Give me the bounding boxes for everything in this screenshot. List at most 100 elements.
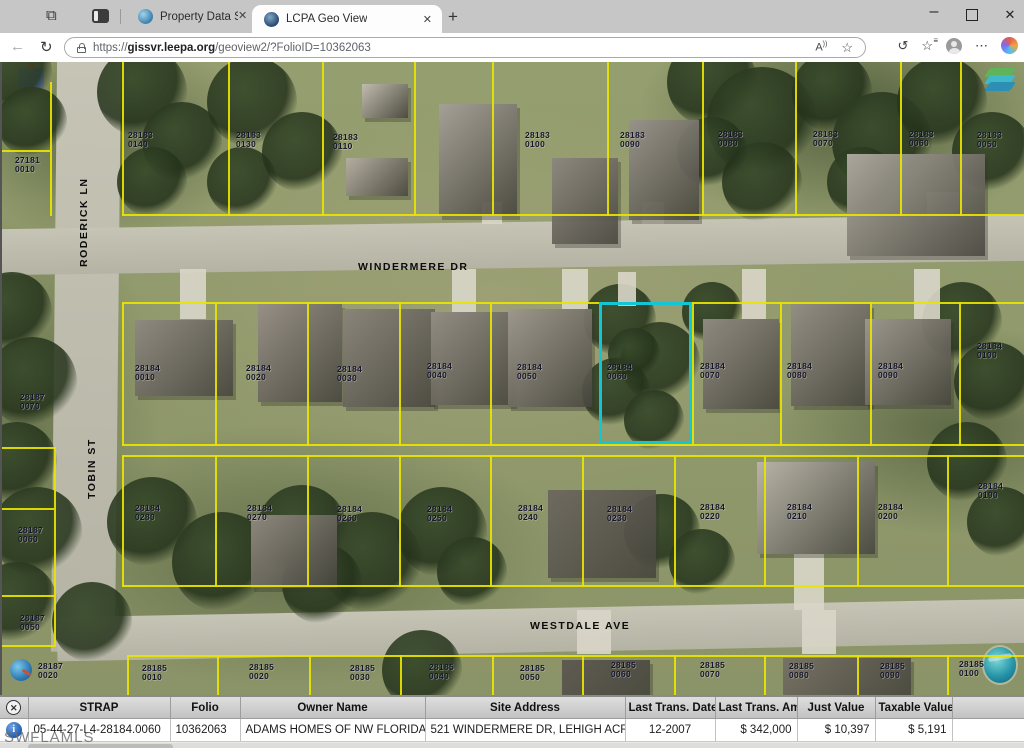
cell-just-value: $ 10,397 — [797, 719, 875, 742]
parcel-line — [217, 655, 219, 695]
tab-actions-icon[interactable] — [92, 9, 109, 23]
parcel-label: 28187 0060 — [18, 526, 43, 544]
house-roof — [548, 490, 656, 578]
parcel-line — [228, 62, 230, 216]
parcel-label: 28185 0050 — [520, 664, 545, 682]
horizontal-scrollbar[interactable] — [0, 743, 1024, 748]
parcel-label: 28185 0010 — [142, 664, 167, 682]
house-roof — [135, 320, 233, 396]
parcel-label: 28184 0050 — [517, 363, 542, 381]
favorite-star-icon[interactable]: ☆ — [841, 40, 853, 56]
parcel-label: 28183 0070 — [813, 130, 838, 148]
parcel-line — [127, 655, 129, 695]
parcel-label: 28184 0070 — [700, 362, 725, 380]
house-roof — [251, 515, 337, 588]
tab1-close-icon[interactable]: ✕ — [232, 9, 253, 22]
parcel-label: 28184 0060 — [607, 363, 632, 381]
parcel-label: 28184 0280 — [135, 504, 160, 522]
parcel-line — [870, 302, 872, 446]
driveway — [742, 269, 766, 319]
layers-icon[interactable] — [987, 68, 1017, 94]
parcel-label: 28185 0070 — [700, 661, 725, 679]
parcel-label: 28185 0040 — [429, 663, 454, 681]
window-close-button[interactable]: ✕ — [996, 7, 1024, 23]
parcel-line — [122, 455, 124, 587]
parcel-line — [702, 62, 704, 216]
map-viewport[interactable]: 27181 001028183 014028183 013028183 0110… — [0, 62, 1024, 695]
workspaces-icon[interactable]: ⧉ — [46, 8, 64, 24]
parcel-label: 28185 0020 — [249, 663, 274, 681]
minimize-button[interactable]: – — [920, 3, 948, 21]
parcel-label: 28184 0080 — [787, 362, 812, 380]
house-roof — [362, 84, 408, 118]
cell-last-trans-amt: $ 342,000 — [715, 719, 797, 742]
col-empty — [952, 697, 1024, 719]
driveway — [914, 269, 940, 319]
tab1-title: Property Data Search | Lee Count — [160, 11, 238, 23]
parcel-line — [54, 447, 56, 647]
tab-separator — [120, 9, 121, 24]
new-tab-button[interactable]: + — [448, 7, 458, 27]
lock-icon[interactable] — [77, 43, 86, 53]
maximize-button[interactable] — [958, 9, 986, 21]
house-roof — [258, 304, 342, 402]
parcel-label: 28183 0050 — [977, 131, 1002, 149]
parcel-line — [900, 62, 902, 216]
watermark: SWFLAMLS — [4, 729, 95, 746]
results-panel: ✕ STRAP Folio Owner Name Site Address La… — [0, 695, 1024, 748]
parcel-label: 27181 0010 — [15, 156, 40, 174]
street-label: WINDERMERE DR — [358, 261, 469, 273]
url-host: gissvr.leepa.org — [128, 42, 216, 54]
globe-pin-icon[interactable] — [10, 659, 32, 681]
parcel-label: 28183 0080 — [718, 130, 743, 148]
parcel-label: 28185 0080 — [789, 662, 814, 680]
tab2-close-icon[interactable]: ✕ — [417, 13, 438, 26]
parcel-line — [692, 302, 694, 446]
col-strap: STRAP — [28, 697, 170, 719]
parcel-label: 28184 0210 — [787, 503, 812, 521]
parcel-line — [947, 655, 949, 695]
cell-last-trans-date: 12-2007 — [625, 719, 715, 742]
house-roof — [346, 158, 408, 196]
tab-strip: ⧉ Property Data Search | Lee Count ✕ LCP… — [0, 0, 1024, 33]
parcel-label: 28184 0020 — [246, 364, 271, 382]
profile-avatar[interactable] — [946, 38, 962, 54]
col-site-address: Site Address — [425, 697, 625, 719]
parcel-line — [122, 444, 1024, 446]
house-roof — [562, 660, 650, 695]
col-folio: Folio — [170, 697, 240, 719]
read-aloud-icon[interactable]: A)) — [815, 41, 827, 54]
parcel-label: 28184 0190 — [978, 482, 1003, 500]
close-grid-icon[interactable]: ✕ — [6, 700, 21, 715]
parcel-line — [764, 655, 766, 695]
parcel-line — [127, 655, 1024, 657]
browser-essentials-icon[interactable]: ↺ — [897, 38, 908, 54]
back-button[interactable]: ← — [10, 38, 25, 55]
table-row[interactable]: i 05-44-27-L4-28184.0060 10362063 ADAMS … — [0, 719, 1024, 742]
tab-lcpa-geo-view[interactable]: LCPA Geo View ✕ — [252, 5, 442, 33]
parcel-line — [2, 645, 54, 647]
driveway — [802, 610, 836, 654]
parcel-line — [322, 62, 324, 216]
parcel-line — [122, 302, 1024, 304]
settings-more-icon[interactable]: ⋯ — [975, 38, 988, 54]
browser-toolbar: ← ↻ https://gissvr.leepa.org/geoview2/?F… — [0, 33, 1024, 63]
parcel-line — [857, 455, 859, 587]
favorites-bar-icon[interactable]: ☆ — [921, 38, 933, 54]
parcel-line — [50, 82, 52, 216]
parcel-line — [2, 508, 54, 510]
url-path: /geoview2/?FolioID=10362063 — [215, 42, 371, 54]
parcel-label: 28187 0020 — [38, 662, 63, 680]
address-bar[interactable]: https://gissvr.leepa.org/geoview2/?Folio… — [64, 37, 866, 58]
parcel-label: 28187 0050 — [20, 614, 45, 632]
tab2-title: LCPA Geo View — [286, 13, 367, 25]
copilot-icon[interactable] — [1001, 37, 1018, 54]
parcel-line — [490, 455, 492, 587]
parcel-label: 28185 0100 — [959, 660, 984, 678]
cell-site-address: 521 WINDERMERE DR, LEHIGH ACRES — [425, 719, 625, 742]
driveway — [577, 610, 611, 654]
parcel-line — [309, 655, 311, 695]
globe-icon[interactable] — [984, 647, 1016, 683]
refresh-button[interactable]: ↻ — [40, 38, 53, 56]
parcel-label: 28184 0010 — [135, 364, 160, 382]
